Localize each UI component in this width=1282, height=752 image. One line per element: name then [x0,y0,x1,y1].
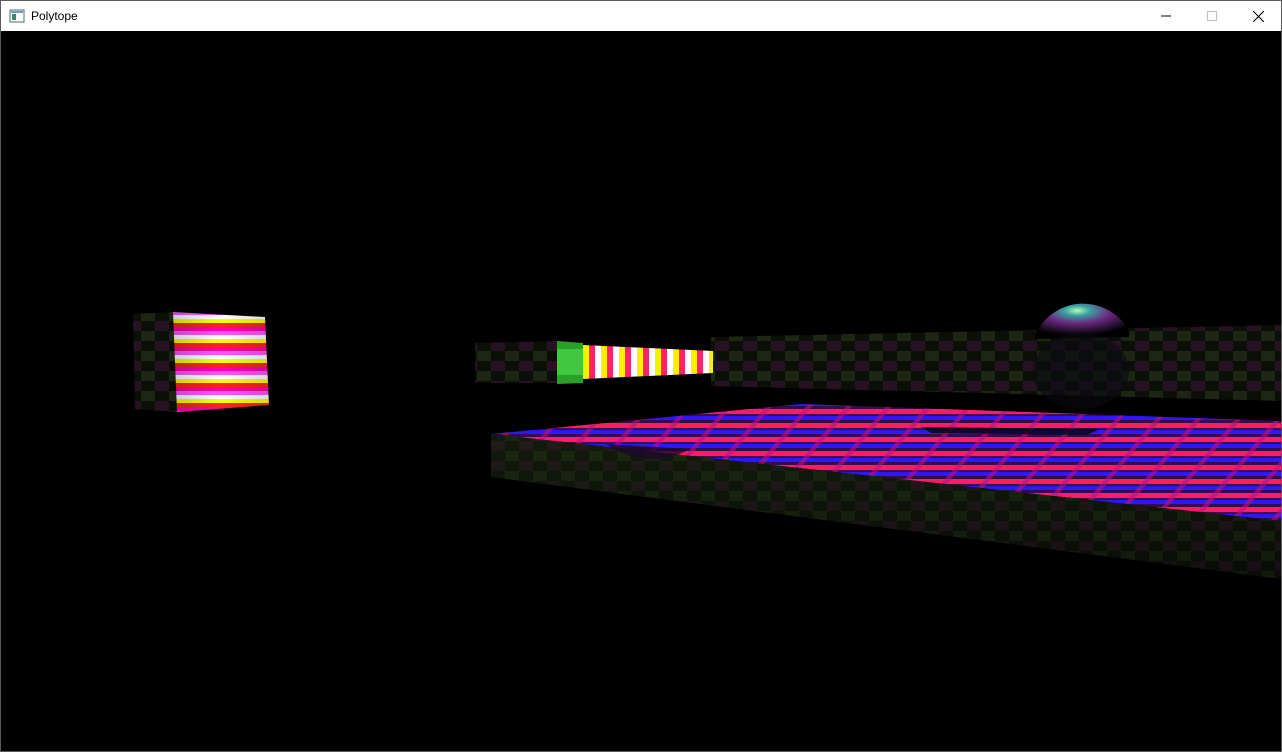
textured-cube [133,312,269,412]
checkered-floor-platform [491,404,1281,579]
minimize-button[interactable] [1143,1,1189,31]
title-bar[interactable]: Polytope [1,1,1281,31]
maximize-icon [1207,11,1217,21]
close-button[interactable] [1235,1,1281,31]
minimize-icon [1161,15,1171,17]
app-window: Polytope [0,0,1282,752]
close-icon [1252,10,1264,22]
long-dark-slab [711,325,1281,401]
window-title: Polytope [31,9,78,23]
app-window-icon [9,8,25,24]
render-viewport[interactable] [1,31,1281,751]
shaded-sphere [1033,303,1129,409]
maximize-button[interactable] [1189,1,1235,31]
textured-bar [475,341,713,384]
